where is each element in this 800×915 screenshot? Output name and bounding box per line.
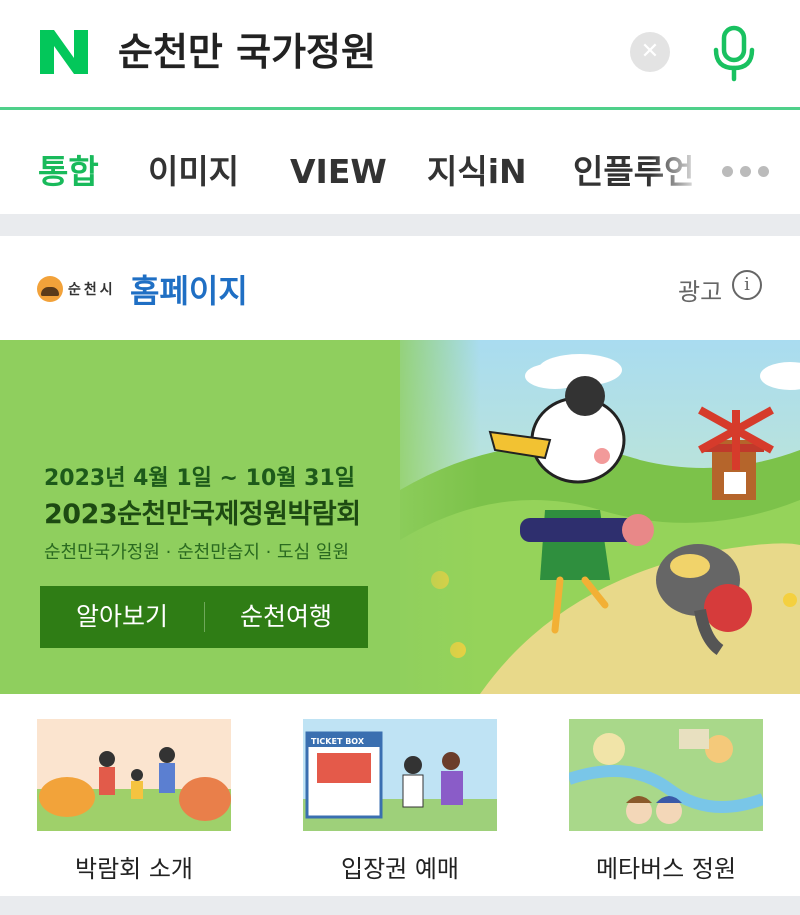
info-icon[interactable]: i xyxy=(732,270,762,300)
learn-more-button[interactable]: 알아보기 xyxy=(40,586,204,648)
thumbnail-label: 메타버스 정원 xyxy=(595,855,737,883)
event-title: 2023순천만국제정원박람회 xyxy=(44,499,361,530)
ad-card: 순천시 홈페이지 광고 i 2023년 4월 1일 ~ 10월 31일 2023… xyxy=(0,236,800,896)
tab-view[interactable]: VIEW xyxy=(290,148,387,196)
event-banner[interactable]: 2023년 4월 1일 ~ 10월 31일 2023순천만국제정원박람회 순천만… xyxy=(0,340,800,694)
event-date: 2023년 4월 1일 ~ 10월 31일 xyxy=(44,466,356,491)
microphone-icon[interactable] xyxy=(708,24,760,84)
suncheon-emblem-icon xyxy=(37,276,63,302)
ad-label: 광고 xyxy=(678,278,723,306)
tab-influencer[interactable]: 인플루언 xyxy=(573,148,703,196)
thumbnail-ticket-booking[interactable]: TICKET BOX 입장권 예매 xyxy=(303,719,497,884)
tab-knowledge-in[interactable]: 지식iN xyxy=(427,148,527,196)
thumbnail-label: 입장권 예매 xyxy=(340,855,460,883)
event-venue: 순천만국가정원 · 순천만습지 · 도심 일원 xyxy=(44,542,350,563)
suncheon-travel-button[interactable]: 순천여행 xyxy=(204,586,368,648)
ticket-box-sign: TICKET BOX xyxy=(311,737,365,746)
search-input[interactable]: 순천만 국가정원 xyxy=(118,28,376,76)
tab-images[interactable]: 이미지 xyxy=(148,148,239,196)
thumbnail-metaverse-garden[interactable]: 메타버스 정원 xyxy=(567,719,766,884)
tab-integrated[interactable]: 통합 xyxy=(38,148,99,196)
homepage-link[interactable]: 홈페이지 xyxy=(130,266,248,312)
clear-icon[interactable]: ✕ xyxy=(630,32,670,72)
search-bar: 순천만 국가정원 ✕ xyxy=(0,0,800,110)
city-name: 순천시 xyxy=(68,282,116,298)
search-tabs: 통합 이미지 VIEW 지식iN 인플루언 xyxy=(0,110,800,214)
thumbnail-label: 박람회 소개 xyxy=(74,855,194,883)
naver-logo-icon[interactable] xyxy=(38,28,90,76)
banner-button-group: 알아보기 순천여행 xyxy=(40,586,368,648)
metaverse-garden-image xyxy=(567,719,766,831)
expo-intro-image xyxy=(37,719,231,831)
city-logo: 순천시 xyxy=(37,276,119,304)
more-dots-icon[interactable] xyxy=(722,162,778,182)
thumbnail-expo-intro[interactable]: 박람회 소개 xyxy=(37,719,231,884)
ticket-booking-image: TICKET BOX xyxy=(303,719,497,831)
